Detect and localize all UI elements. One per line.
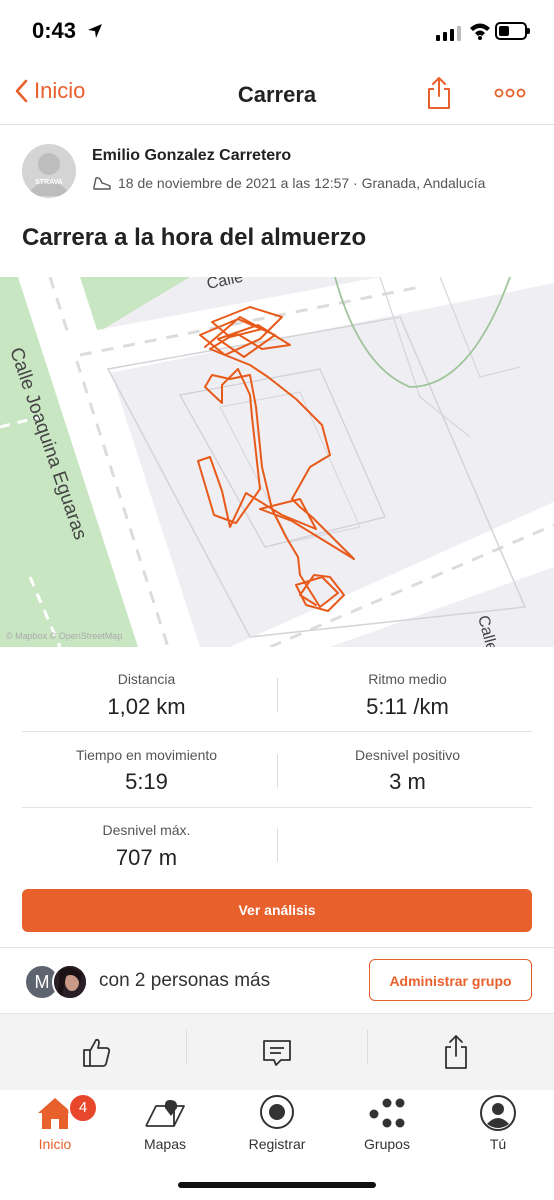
status-bar: 0:43 (0, 0, 554, 62)
stat-row-divider (22, 731, 532, 732)
share-icon[interactable] (436, 1032, 476, 1072)
stat-elev-gain-label: Desnivel positivo (354, 747, 461, 763)
activity-title: Carrera a la hora del almuerzo (22, 224, 367, 251)
home-indicator[interactable] (178, 1182, 376, 1188)
stat-divider (277, 754, 278, 788)
nav-bar: Inicio Carrera (0, 62, 554, 125)
avatar-text: STRAVA (35, 179, 63, 186)
street-label-top: Calle (205, 277, 244, 293)
tab-home-label: Inicio (38, 1136, 72, 1152)
battery-icon (495, 22, 530, 40)
back-button[interactable]: Inicio (14, 78, 85, 104)
groups-icon (369, 1098, 405, 1128)
stat-moving-time-label: Tiempo en movimiento (75, 747, 218, 763)
profile-icon (480, 1095, 516, 1131)
back-label: Inicio (34, 78, 86, 103)
shoe-icon (93, 176, 111, 190)
action-separator (367, 1030, 368, 1064)
section-divider (0, 947, 554, 948)
activity-meta: 18 de noviembre de 2021 a las 12:57 · Gr… (92, 175, 485, 191)
route-map[interactable]: Calle Joaquina Eguaras Calle Joaquina Eg… (0, 277, 554, 647)
comment-icon[interactable] (257, 1032, 297, 1072)
stat-pace-value: 5:11 /km (366, 694, 449, 719)
street-label-bottom: Calle (474, 614, 500, 647)
tab-groups-label: Grupos (364, 1136, 410, 1152)
map-attribution: © Mapbox © OpenStreetMap (6, 631, 122, 641)
tab-you-label: Tú (489, 1136, 507, 1152)
map-icon (145, 1100, 185, 1127)
view-analysis-button[interactable]: Ver análisis (22, 889, 532, 932)
location-arrow-icon (88, 24, 102, 38)
cellular-signal-icon (436, 26, 461, 41)
action-bar (0, 1013, 554, 1091)
stat-moving-time-value: 5:19 (125, 769, 168, 794)
notification-badge: 4 (68, 1093, 98, 1123)
stat-divider (277, 678, 278, 712)
record-icon (260, 1095, 294, 1129)
stat-max-elev-label: Desnivel máx. (102, 822, 191, 838)
stat-elev-gain-value: 3 m (389, 769, 426, 794)
athlete-avatar[interactable]: STRAVA (22, 144, 76, 198)
thumbs-up-icon[interactable] (76, 1032, 116, 1072)
tab-record-label: Registrar (248, 1136, 306, 1152)
chevron-left-icon (15, 79, 28, 103)
status-time: 0:43 (32, 18, 77, 43)
group-member-photo-avatar[interactable] (52, 964, 88, 1000)
wifi-icon (470, 23, 490, 40)
group-text[interactable]: con 2 personas más (99, 970, 270, 992)
share-icon[interactable] (426, 76, 452, 110)
route-track (197, 306, 355, 612)
stat-divider (277, 828, 278, 862)
stat-distance-label: Distancia (117, 671, 176, 687)
athlete-name[interactable]: Emilio Gonzalez Carretero (92, 147, 291, 165)
avatar-placeholder-icon: STRAVA (26, 153, 72, 196)
photo-avatar-icon (54, 966, 86, 998)
stat-distance-value: 1,02 km (107, 694, 186, 719)
activity-date-location: 18 de noviembre de 2021 a las 12:57 · Gr… (118, 175, 486, 191)
stat-pace-label: Ritmo medio (368, 671, 447, 687)
more-options-icon[interactable] (494, 88, 526, 98)
stat-max-elev-value: 707 m (115, 845, 178, 870)
map-canvas: Calle Joaquina Eguaras Calle Joaquina Eg… (0, 277, 554, 647)
stat-row-divider (22, 807, 532, 808)
tab-maps-label: Mapas (143, 1136, 187, 1152)
action-separator (186, 1030, 187, 1064)
manage-group-button[interactable]: Administrar grupo (369, 959, 532, 1001)
